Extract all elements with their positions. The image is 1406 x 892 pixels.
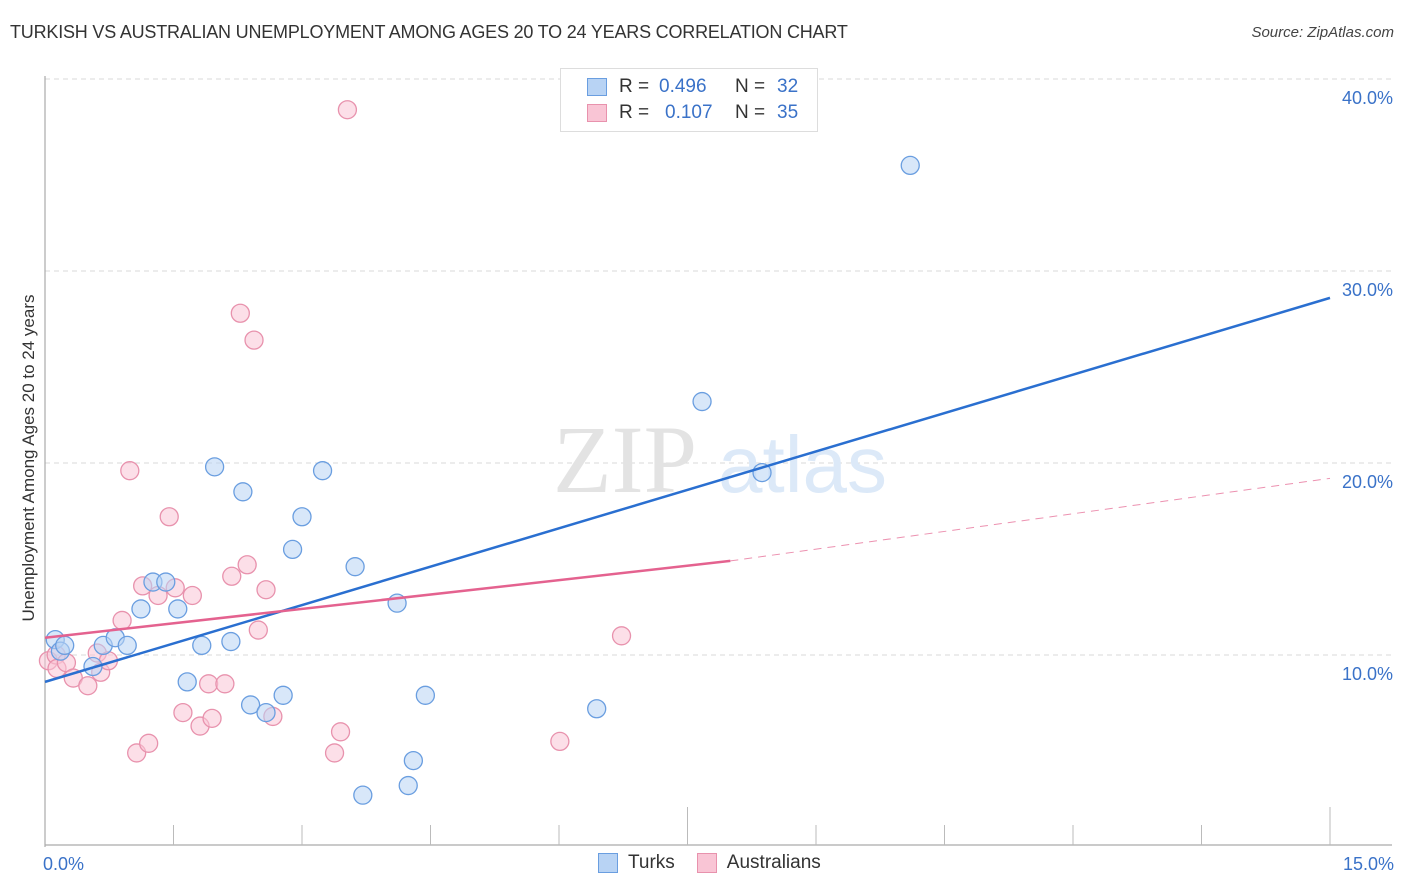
australians-point bbox=[78, 676, 98, 696]
australians-point bbox=[230, 303, 250, 323]
turks-point bbox=[345, 557, 365, 577]
australians-point bbox=[139, 733, 159, 753]
australians-point bbox=[182, 585, 202, 606]
legend-item-turks[interactable]: Turks bbox=[598, 852, 675, 874]
legend-item-australians[interactable]: Australians bbox=[696, 852, 821, 874]
australians-swatch bbox=[696, 853, 717, 873]
turks-point bbox=[282, 539, 303, 560]
n-value: 32 bbox=[777, 76, 799, 97]
watermark-zip: ZIP bbox=[553, 406, 697, 513]
n-label: N = bbox=[735, 102, 766, 123]
watermark: ZIP atlas bbox=[553, 406, 887, 513]
australians-point bbox=[120, 461, 140, 481]
australians-point bbox=[237, 555, 257, 575]
series-legend: Turks Australians bbox=[598, 852, 843, 874]
turks-point bbox=[233, 482, 253, 502]
r-label: R = bbox=[619, 76, 650, 97]
australians-point bbox=[173, 702, 193, 723]
legend-row-turks: R = 0.496 N = 32 bbox=[587, 75, 798, 99]
turks-point bbox=[292, 507, 312, 527]
turks-point bbox=[353, 785, 373, 805]
r-label: R = bbox=[619, 102, 650, 123]
australians-point bbox=[159, 507, 179, 527]
australians-point bbox=[198, 674, 219, 694]
legend-row-australians: R = 0.107 N = 35 bbox=[587, 101, 798, 125]
turks-point bbox=[256, 702, 276, 723]
n-label: N = bbox=[735, 76, 766, 97]
x-tick-label: 0.0% bbox=[43, 854, 84, 874]
australians-trend-line bbox=[44, 559, 731, 639]
turks-point bbox=[168, 599, 188, 619]
y-tick-label: 40.0% bbox=[1342, 88, 1393, 108]
turks-swatch bbox=[598, 853, 618, 873]
turks-point bbox=[221, 631, 241, 652]
australians-point bbox=[244, 330, 264, 350]
turks-point bbox=[398, 775, 418, 796]
australians-point bbox=[324, 743, 345, 763]
turks-point bbox=[692, 391, 712, 412]
australians-point bbox=[256, 580, 276, 600]
turks-point bbox=[177, 672, 197, 692]
australians-point bbox=[611, 626, 632, 646]
turks-point bbox=[587, 699, 607, 719]
turks-point bbox=[415, 685, 436, 705]
r-value: 0.107 bbox=[665, 102, 713, 123]
turks-point bbox=[192, 635, 212, 656]
y-tick-label: 10.0% bbox=[1342, 664, 1393, 684]
australians-point bbox=[550, 731, 570, 752]
australians-point bbox=[222, 566, 242, 586]
y-tick-label: 30.0% bbox=[1342, 280, 1393, 300]
y-axis-label: Unemployment Among Ages 20 to 24 years bbox=[19, 295, 38, 622]
legend-label-turks: Turks bbox=[628, 852, 675, 873]
turks-point bbox=[156, 572, 176, 592]
turks-point bbox=[273, 685, 293, 705]
turks-point bbox=[204, 457, 225, 477]
australians-point bbox=[202, 708, 222, 729]
turks-point bbox=[117, 635, 137, 656]
x-tick-label: 15.0% bbox=[1343, 854, 1394, 874]
turks-swatch bbox=[587, 78, 607, 96]
watermark-atlas: atlas bbox=[718, 420, 887, 509]
turks-point bbox=[131, 599, 151, 619]
n-value: 35 bbox=[777, 102, 799, 123]
turks-point bbox=[55, 635, 75, 656]
legend-label-australians: Australians bbox=[726, 852, 821, 873]
australians-point bbox=[215, 674, 235, 694]
turks-point bbox=[900, 155, 920, 176]
australians-swatch bbox=[587, 104, 607, 122]
australians-point bbox=[248, 620, 268, 640]
turks-point bbox=[403, 750, 424, 771]
turks-point bbox=[312, 461, 333, 481]
y-tick-label: 20.0% bbox=[1342, 472, 1393, 492]
r-value: 0.496 bbox=[659, 76, 707, 97]
series-australians-points bbox=[38, 100, 632, 763]
scatter-chart: ZIP atlas 10.0%20.0%30.0%40.0%0.0% 15.0% … bbox=[19, 76, 1394, 874]
correlation-legend: R = 0.496 N = 32 R = 0.107 N = 35 bbox=[560, 68, 818, 132]
australians-point bbox=[330, 722, 351, 742]
australians-point bbox=[337, 100, 358, 120]
australians-point bbox=[112, 610, 132, 631]
